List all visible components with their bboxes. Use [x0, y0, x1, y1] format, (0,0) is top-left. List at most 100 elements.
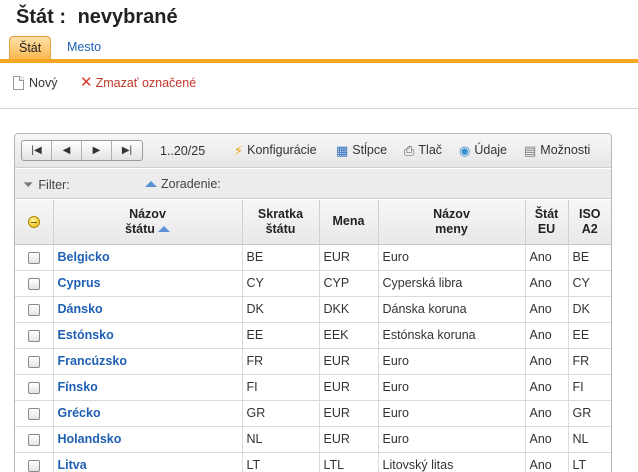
header-state-abbr[interactable]: Skratka štátu — [242, 200, 320, 245]
state-abbr: FR — [242, 348, 320, 375]
eu-state: Ano — [525, 374, 569, 401]
currency-code: EUR — [319, 400, 379, 427]
filter-control[interactable]: ⏷ Filter: — [23, 177, 70, 193]
filter-label: Filter: — [38, 178, 70, 192]
data-button[interactable]: ◉ Údaje — [459, 143, 507, 157]
eu-state: Ano — [525, 244, 569, 271]
printer-icon: ⎙ — [404, 142, 415, 158]
page-title-value: nevybrané — [77, 6, 178, 28]
options-icon: ▤ — [524, 142, 537, 158]
iso-code: BE — [568, 244, 611, 271]
currency-name: Euro — [378, 244, 526, 271]
action-bar: Nový ✕ Zmazať označené — [0, 63, 638, 109]
print-button[interactable]: ⎙ Tlač — [404, 143, 442, 157]
state-abbr: BE — [242, 244, 320, 271]
state-abbr: GR — [242, 400, 320, 427]
new-button[interactable]: Nový — [13, 76, 57, 90]
row-checkbox[interactable] — [27, 381, 40, 394]
configurations-label: Konfigurácie — [247, 143, 317, 157]
columns-icon: ▦ — [336, 142, 349, 158]
print-label: Tlač — [418, 143, 443, 157]
sort-label: Zoradenie: — [161, 177, 221, 191]
state-name-link[interactable]: Francúzsko — [53, 348, 243, 375]
delete-selected-button[interactable]: ✕ Zmazať označené — [80, 74, 196, 91]
row-checkbox[interactable] — [27, 433, 40, 446]
state-name-link[interactable]: Belgicko — [53, 244, 243, 271]
table-row[interactable]: Holandsko NL EUR Euro Ano NL — [15, 426, 611, 453]
currency-code: LTL — [319, 452, 379, 472]
first-page-button[interactable]: |◀ — [22, 141, 52, 160]
last-page-button[interactable]: ▶| — [112, 141, 142, 160]
state-name-link[interactable]: Grécko — [53, 400, 243, 427]
header-iso-line2: A2 — [581, 221, 598, 236]
row-checkbox[interactable] — [27, 251, 40, 264]
table-row[interactable]: Belgicko BE EUR Euro Ano BE — [15, 244, 611, 271]
state-abbr: FI — [242, 374, 320, 401]
tab-bar: Štát Mesto — [0, 34, 638, 63]
iso-code: EE — [568, 322, 611, 349]
bolt-icon: ⚡ — [234, 142, 244, 158]
row-checkbox[interactable] — [27, 329, 40, 342]
header-iso-a2[interactable]: ISO A2 — [568, 200, 611, 245]
iso-code: GR — [568, 400, 611, 427]
eu-state: Ano — [525, 400, 569, 427]
iso-code: FR — [568, 348, 611, 375]
row-checkbox[interactable] — [27, 459, 40, 472]
header-iso-line1: ISO — [578, 206, 601, 221]
row-checkbox[interactable] — [27, 407, 40, 420]
funnel-icon: ⏷ — [23, 177, 34, 192]
header-abbr-line2: štátu — [265, 221, 296, 236]
table-row[interactable]: Dánsko DK DKK Dánska koruna Ano DK — [15, 296, 611, 323]
pager: |◀ ◀ ▶ ▶| — [21, 140, 143, 161]
state-name-link[interactable]: Estónsko — [53, 322, 243, 349]
configurations-button[interactable]: ⚡ Konfigurácie — [234, 143, 317, 157]
sort-ascending-icon — [157, 226, 170, 233]
row-checkbox[interactable] — [27, 277, 40, 290]
table-row[interactable]: Grécko GR EUR Euro Ano GR — [15, 400, 611, 427]
sort-up-icon — [145, 181, 157, 187]
columns-label: Stĺpce — [352, 143, 388, 157]
new-button-label: Nový — [29, 76, 58, 90]
table-row[interactable]: Francúzsko FR EUR Euro Ano FR — [15, 348, 611, 375]
currency-name: Cyperská libra — [378, 270, 526, 297]
row-checkbox[interactable] — [27, 355, 40, 368]
table-row[interactable]: Fínsko FI EUR Euro Ano FI — [15, 374, 611, 401]
delete-x-icon: ✕ — [80, 74, 93, 91]
sort-control[interactable]: Zoradenie: — [145, 177, 221, 191]
tab-mesto[interactable]: Mesto — [58, 36, 110, 59]
state-name-link[interactable]: Fínsko — [53, 374, 243, 401]
row-checkbox[interactable] — [27, 303, 40, 316]
currency-code: EUR — [319, 426, 379, 453]
table-row[interactable]: Estónsko EE EEK Estónska koruna Ano EE — [15, 322, 611, 349]
state-abbr: CY — [242, 270, 320, 297]
table-row[interactable]: Litva LT LTL Litovský litas Ano LT — [15, 452, 611, 472]
header-currency-name[interactable]: Názov meny — [378, 200, 526, 245]
currency-name: Euro — [378, 426, 526, 453]
data-icon: ◉ — [459, 142, 471, 158]
iso-code: NL — [568, 426, 611, 453]
state-abbr: LT — [242, 452, 320, 472]
prev-page-button[interactable]: ◀ — [52, 141, 82, 160]
state-name-link[interactable]: Dánsko — [53, 296, 243, 323]
table-row[interactable]: Cyprus CY CYP Cyperská libra Ano CY — [15, 270, 611, 297]
header-eu-line2: EU — [537, 221, 556, 236]
state-name-link[interactable]: Litva — [53, 452, 243, 472]
options-label: Možnosti — [540, 143, 591, 157]
state-abbr: NL — [242, 426, 320, 453]
eu-state: Ano — [525, 296, 569, 323]
currency-name: Euro — [378, 348, 526, 375]
options-button[interactable]: ▤ Možnosti — [524, 143, 590, 157]
tab-stat[interactable]: Štát — [9, 36, 52, 59]
filter-bar: ⏷ Filter: Zoradenie: — [15, 169, 611, 199]
state-name-link[interactable]: Holandsko — [53, 426, 243, 453]
select-all-header[interactable] — [15, 200, 54, 245]
header-eu-state[interactable]: Štát EU — [525, 200, 569, 245]
columns-button[interactable]: ▦ Stĺpce — [336, 143, 387, 157]
header-currency[interactable]: Mena — [319, 200, 379, 245]
states-table: Názov štátu Skratka štátu Mena Názov men… — [15, 200, 611, 472]
data-label: Údaje — [474, 143, 508, 157]
currency-name: Litovský litas — [378, 452, 526, 472]
state-name-link[interactable]: Cyprus — [53, 270, 243, 297]
next-page-button[interactable]: ▶ — [82, 141, 112, 160]
header-state-name[interactable]: Názov štátu — [53, 200, 243, 245]
